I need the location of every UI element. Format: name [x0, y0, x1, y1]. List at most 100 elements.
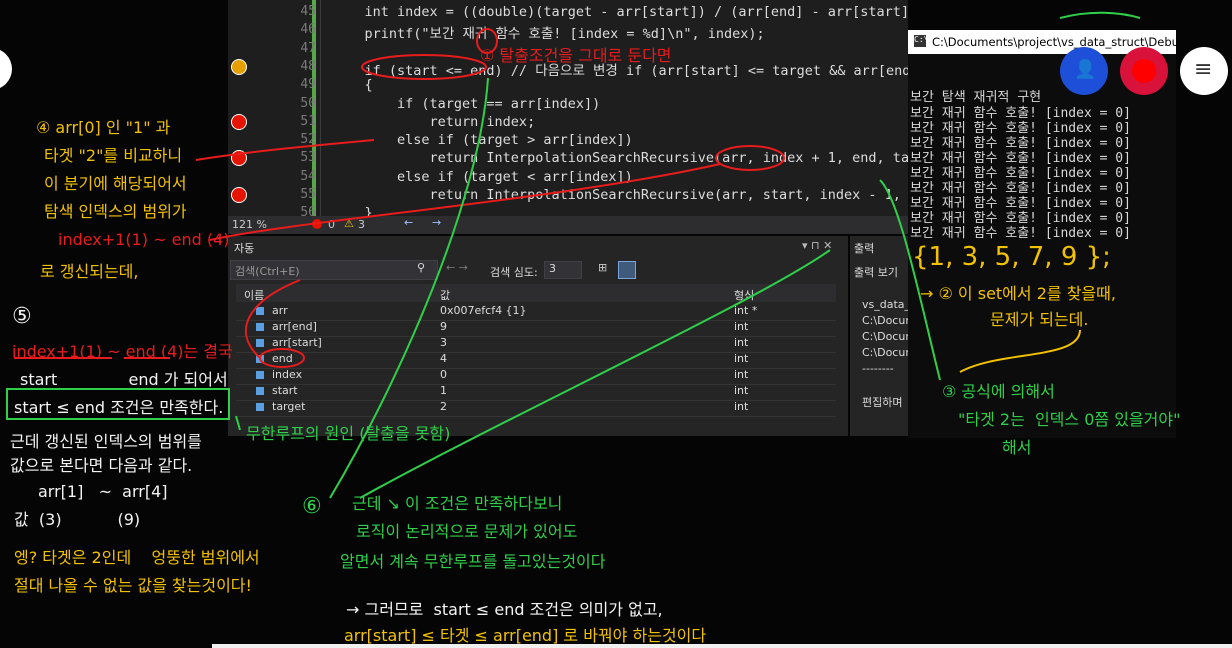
col-name[interactable]: 이름 [244, 287, 264, 303]
autos-title: 자동 [234, 242, 255, 255]
note-5g: 값 (3) (9) [14, 510, 141, 529]
code-line[interactable]: printf("보간 재귀 함수 호출! [index = %d]\n", in… [332, 22, 765, 42]
search-input[interactable]: 검색(Ctrl+E) [235, 263, 300, 279]
breakpoint-icon[interactable] [231, 113, 247, 130]
col-type[interactable]: 형식 [734, 287, 754, 303]
pin-icon[interactable]: ⊞ [598, 261, 607, 274]
code-line[interactable]: else if (target < arr[index]) [332, 169, 633, 185]
add-user-icon: 👤 [1074, 59, 1097, 80]
depth-value: 3 [549, 262, 556, 275]
line-number: 47 [300, 40, 316, 56]
autos-row[interactable]: arr[start] 3 int [236, 336, 836, 353]
add-user-button[interactable]: 👤 [1060, 47, 1108, 95]
code-line[interactable]: if (target == arr[index]) [332, 96, 600, 112]
zoom-level[interactable]: 121 % [232, 218, 267, 231]
record-icon [1132, 59, 1156, 83]
variable-icon [256, 339, 264, 347]
note-5h: 엥? 타겟은 2인데 엉뚱한 범위에서 [14, 548, 260, 567]
panel-options-icon[interactable]: ▾ ⊓ ✕ [802, 239, 832, 252]
code-line[interactable]: return InterpolationSearchRecursive(arr,… [332, 150, 908, 166]
autos-value[interactable]: 9 [440, 320, 447, 333]
menu-button[interactable]: ≡ [1180, 47, 1228, 95]
line-number: 51 [300, 113, 316, 129]
output-line: C:\Docum [862, 330, 908, 343]
current-breakpoint-icon[interactable] [231, 58, 247, 75]
hamburger-icon: ≡ [1194, 57, 1213, 82]
code-line[interactable]: { [332, 77, 373, 93]
code-line[interactable]: return index; [332, 114, 536, 130]
note-5i: 절대 나올 수 없는 값을 찾는것이다! [14, 576, 252, 595]
output-line: 편집하며 [862, 396, 903, 409]
line-number: 53 [300, 150, 316, 166]
output-title: 출력 [854, 242, 875, 255]
autos-type: int [734, 368, 749, 381]
autos-value[interactable]: 0x007efcf4 {1} [440, 304, 527, 317]
output-panel: 출력 출력 보기 vs_data_ C:\Docum C:\Docum C:\Docu… [850, 236, 908, 436]
autos-name: target [272, 400, 306, 413]
note-3a: ③ 공식에 의해서 [942, 382, 1055, 401]
grid-header: 이름 값 형식 [236, 284, 836, 302]
autos-panel: 자동 ▾ ⊓ ✕ 검색(Ctrl+E) ⚲ ← → 검색 심도: 3 ⊞ 이름 … [228, 236, 848, 436]
error-icon [312, 219, 322, 229]
note-2a: → ② 이 set에서 2를 찾을때, [920, 284, 1116, 303]
line-number: 45 [300, 4, 316, 19]
view-icon[interactable] [618, 261, 636, 279]
output-line: -------- [862, 362, 894, 375]
autos-value[interactable]: 4 [440, 352, 447, 365]
variable-icon [256, 371, 264, 379]
line-number: 55 [300, 187, 316, 202]
note-4c: 이 분기에 해당되어서 [44, 174, 187, 193]
note-array: {1, 3, 5, 7, 9 }; [912, 242, 1111, 272]
code-editor[interactable]: 45 int index = ((double)(target - arr[st… [228, 0, 908, 216]
autos-type: int [734, 400, 749, 413]
autos-row[interactable]: start 1 int [236, 384, 836, 401]
code-line[interactable]: else if (target > arr[index]) [332, 132, 633, 148]
warning-count[interactable]: 3 [358, 218, 365, 231]
variable-icon [256, 387, 264, 395]
note-7b: arr[start] ≤ 타겟 ≤ arr[end] 로 바꿔야 하는것이다 [344, 626, 707, 645]
note-5b: start end 가 되어서 [20, 370, 228, 389]
line-number: 48 [300, 58, 316, 74]
variable-icon [256, 355, 264, 363]
autos-value[interactable]: 0 [440, 368, 447, 381]
note-5f: arr[1] ~ arr[4] [38, 482, 168, 501]
menu-circle-left[interactable] [0, 48, 12, 90]
col-value[interactable]: 값 [440, 287, 450, 303]
depth-select[interactable]: 3 [544, 261, 582, 279]
line-number: 49 [300, 77, 316, 93]
autos-value[interactable]: 3 [440, 336, 447, 349]
autos-name: index [272, 368, 303, 381]
search-box[interactable]: 검색(Ctrl+E) ⚲ [230, 260, 438, 280]
code-line[interactable]: int index = ((double)(target - arr[start… [332, 4, 909, 20]
note-5a: index+1(1) ~ end (4)는 결국 [12, 342, 233, 361]
nav-back-icon[interactable]: ← [404, 216, 413, 229]
autos-row[interactable]: arr 0x007efcf4 {1} int * [236, 304, 836, 321]
autos-row[interactable]: end 4 int [236, 352, 836, 369]
autos-value[interactable]: 2 [440, 400, 447, 413]
error-count[interactable]: 0 [328, 218, 335, 231]
code-line[interactable]: return InterpolationSearchRecursive(arr,… [332, 187, 908, 203]
note-1: ① 탈출조건을 그대로 둔다면 [480, 46, 672, 65]
autos-row[interactable]: arr[end] 9 int [236, 320, 836, 337]
note-3b: "타겟 2는 인덱스 0쯤 있을거야" [958, 410, 1181, 429]
search-icon[interactable]: ⚲ [417, 261, 425, 274]
autos-name: end [272, 352, 293, 365]
code-line[interactable]: } [332, 205, 373, 216]
search-back-icon[interactable]: ← → [446, 261, 468, 274]
note-6c: 알면서 계속 무한루프를 돌고있는것이다 [340, 552, 606, 571]
breakpoint-icon[interactable] [231, 187, 247, 203]
record-button[interactable] [1120, 47, 1168, 95]
note-7a: → 그러므로 start ≤ end 조건은 의미가 없고, [346, 600, 663, 619]
autos-type: int [734, 352, 749, 365]
autos-type: int [734, 384, 749, 397]
line-number: 54 [300, 168, 316, 184]
autos-row[interactable]: target 2 int [236, 400, 836, 417]
autos-value[interactable]: 1 [440, 384, 447, 397]
output-line: C:\Docum [862, 346, 908, 359]
nav-forward-icon[interactable]: → [432, 216, 441, 229]
warning-icon: ⚠ [344, 217, 354, 230]
autos-row[interactable]: index 0 int [236, 368, 836, 385]
note-4f: 로 갱신되는데, [40, 262, 139, 281]
output-line: C:\Docum [862, 314, 908, 327]
autos-type: int * [734, 304, 758, 317]
